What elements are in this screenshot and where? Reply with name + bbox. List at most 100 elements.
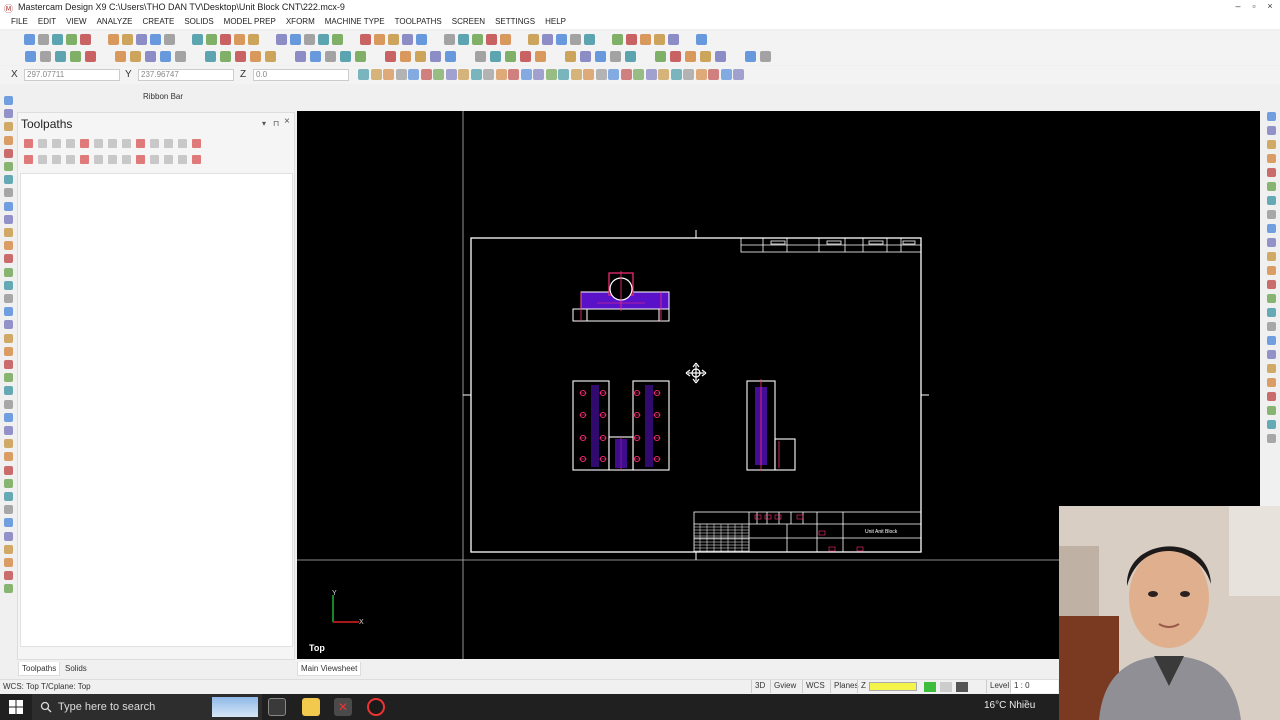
toolbar-tool-icon[interactable]	[668, 34, 679, 45]
panel-pin-icon[interactable]: ⊓	[273, 119, 279, 128]
side-tool-icon[interactable]	[4, 426, 13, 435]
windows-start-icon[interactable]	[8, 699, 24, 715]
toolbar-tool-icon[interactable]	[25, 51, 36, 62]
side-tool-icon[interactable]	[1267, 392, 1276, 401]
autocursor-tool-icon[interactable]	[695, 69, 707, 80]
side-tool-icon[interactable]	[4, 346, 13, 356]
toolpath-command-icon[interactable]	[66, 139, 75, 148]
toolbar-tool-icon[interactable]	[388, 34, 399, 45]
toolbar-tool-icon[interactable]	[610, 51, 621, 62]
autocursor-tool-icon[interactable]	[595, 69, 607, 80]
toolbar-tool-icon[interactable]	[122, 34, 133, 45]
toolpath-command-icon[interactable]	[136, 155, 145, 164]
side-tool-icon[interactable]	[4, 320, 13, 330]
side-tool-icon[interactable]	[1267, 252, 1276, 261]
toolbar-tool-icon[interactable]	[235, 51, 246, 62]
toolbar-tool-icon[interactable]	[760, 51, 771, 62]
autocursor-tool-icon[interactable]	[445, 69, 457, 80]
side-tool-icon[interactable]	[4, 373, 13, 383]
toolbar-tool-icon[interactable]	[625, 51, 636, 62]
toolbar-tool-icon[interactable]	[175, 51, 186, 62]
autocursor-tool-icon[interactable]	[520, 69, 532, 80]
toolbar-tool-icon[interactable]	[205, 51, 216, 62]
side-tool-icon[interactable]	[4, 584, 13, 594]
toolbar-tool-icon[interactable]	[85, 51, 96, 62]
side-tool-icon[interactable]	[4, 96, 13, 105]
toolbar-tool-icon[interactable]	[475, 51, 486, 62]
toolpath-command-icon[interactable]	[150, 155, 159, 164]
toolpath-command-icon[interactable]	[178, 139, 187, 148]
toolpath-command-icon[interactable]	[66, 155, 75, 164]
toolpath-command-icon[interactable]	[150, 139, 159, 148]
side-tool-icon[interactable]	[1267, 126, 1276, 135]
menu-analyze[interactable]: ANALYZE	[97, 15, 133, 29]
side-tool-icon[interactable]	[4, 148, 13, 158]
autocursor-tool-icon[interactable]	[683, 69, 694, 80]
side-tool-icon[interactable]	[4, 386, 13, 396]
toolpath-command-icon[interactable]	[80, 139, 89, 148]
toolbar-tool-icon[interactable]	[310, 51, 321, 62]
autocursor-tool-icon[interactable]	[495, 69, 507, 80]
autocursor-tool-icon[interactable]	[483, 69, 494, 80]
side-tool-icon[interactable]	[4, 280, 13, 290]
toolbar-tool-icon[interactable]	[325, 51, 336, 62]
toolpath-command-icon[interactable]	[24, 155, 33, 164]
taskbar-search[interactable]: Type here to search	[32, 694, 262, 720]
side-tool-icon[interactable]	[1267, 378, 1276, 387]
toolbar-tool-icon[interactable]	[248, 34, 259, 45]
toolpath-command-icon[interactable]	[136, 139, 145, 148]
toolpath-command-icon[interactable]	[24, 139, 33, 148]
recorder-icon[interactable]	[367, 698, 385, 716]
menu-file[interactable]: FILE	[11, 15, 28, 29]
tab-solids[interactable]: Solids	[62, 662, 90, 675]
toolpath-command-icon[interactable]	[178, 155, 187, 164]
wcs-button[interactable]: WCS	[802, 680, 828, 693]
autocursor-tool-icon[interactable]	[470, 69, 482, 80]
toolbar-tool-icon[interactable]	[385, 51, 396, 62]
side-tool-icon[interactable]	[4, 465, 13, 475]
autocursor-tool-icon[interactable]	[645, 69, 657, 80]
toolbar-tool-icon[interactable]	[542, 34, 553, 45]
autocursor-tool-icon[interactable]	[620, 69, 632, 80]
toolbar-tool-icon[interactable]	[340, 51, 351, 62]
side-tool-icon[interactable]	[4, 558, 13, 567]
toolbar-tool-icon[interactable]	[108, 34, 119, 45]
toolbar-tool-icon[interactable]	[580, 51, 591, 62]
autocursor-tool-icon[interactable]	[545, 69, 557, 80]
toolpath-command-icon[interactable]	[108, 155, 117, 164]
mastercam-taskbar-icon[interactable]: ✕	[334, 698, 352, 716]
toolbar-tool-icon[interactable]	[160, 51, 171, 62]
side-tool-icon[interactable]	[4, 201, 13, 211]
toolbar-tool-icon[interactable]	[430, 51, 441, 62]
toolbar-tool-icon[interactable]	[164, 34, 175, 45]
side-tool-icon[interactable]	[4, 412, 13, 422]
autocursor-tool-icon[interactable]	[508, 69, 519, 80]
autocursor-tool-icon[interactable]	[583, 69, 594, 80]
menu-screen[interactable]: SCREEN	[452, 15, 485, 29]
toolbar-tool-icon[interactable]	[276, 34, 287, 45]
task-view-icon[interactable]	[268, 698, 286, 716]
toolpath-command-icon[interactable]	[94, 139, 103, 148]
autocursor-tool-icon[interactable]	[408, 69, 419, 80]
toolbar-tool-icon[interactable]	[458, 34, 469, 45]
file-explorer-icon[interactable]	[302, 698, 320, 716]
tab-toolpaths[interactable]: Toolpaths	[18, 662, 61, 676]
x-coordinate-field[interactable]: 297.07711	[24, 69, 120, 81]
menu-solids[interactable]: SOLIDS	[184, 15, 213, 29]
toolbar-tool-icon[interactable]	[206, 34, 217, 45]
side-tool-icon[interactable]	[1267, 224, 1276, 233]
toolbar-tool-icon[interactable]	[265, 51, 276, 62]
side-tool-icon[interactable]	[4, 518, 13, 528]
side-tool-icon[interactable]	[1267, 154, 1276, 163]
side-tool-icon[interactable]	[1267, 168, 1276, 177]
toolbar-tool-icon[interactable]	[290, 34, 301, 45]
toolbar-tool-icon[interactable]	[402, 34, 413, 45]
panel-close-icon[interactable]: ×	[284, 116, 290, 127]
weather-widget[interactable]: 16°C Nhiều	[984, 700, 1035, 711]
autocursor-tool-icon[interactable]	[395, 69, 407, 80]
autocursor-tool-icon[interactable]	[733, 69, 744, 80]
side-tool-icon[interactable]	[4, 162, 13, 171]
side-tool-icon[interactable]	[4, 452, 13, 462]
side-tool-icon[interactable]	[4, 492, 13, 501]
autocursor-tool-icon[interactable]	[633, 69, 644, 80]
